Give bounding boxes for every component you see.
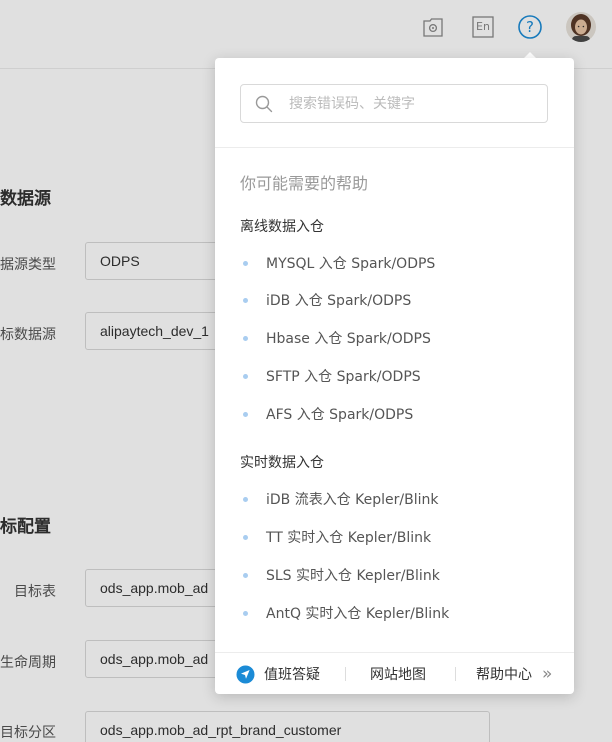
help-item-tt[interactable]: TT 实时入仓 Kepler/Blink <box>240 526 431 548</box>
bullet-dot <box>243 335 248 341</box>
help-group-title-realtime: 实时数据入仓 <box>240 455 324 471</box>
bullet-dot <box>243 496 248 502</box>
help-item-label: TT 实时入仓 Kepler/Blink <box>266 530 432 546</box>
help-item-mysql[interactable]: MYSQL 入仓 Spark/ODPS <box>240 252 435 274</box>
bullet-dot <box>243 260 248 266</box>
bullet-dot <box>243 297 248 303</box>
help-item-hbase[interactable]: Hbase 入仓 Spark/ODPS <box>240 327 431 349</box>
bullet-dot <box>243 411 248 417</box>
footer-separator <box>345 667 346 681</box>
help-item-label: MYSQL 入仓 Spark/ODPS <box>266 256 436 272</box>
bullet-dot <box>243 373 248 379</box>
sitemap-link[interactable]: 网站地图 <box>370 653 426 695</box>
bullet-dot <box>243 534 248 540</box>
duty-qa-link[interactable]: 值班答疑 <box>236 653 320 695</box>
bullet-dot <box>243 610 248 616</box>
help-item-label: Hbase 入仓 Spark/ODPS <box>266 331 431 347</box>
help-item-idb-stream[interactable]: iDB 流表入仓 Kepler/Blink <box>240 488 439 510</box>
help-popover: 你可能需要的帮助 离线数据入仓 MYSQL 入仓 Spark/ODPS iDB … <box>215 58 574 694</box>
help-item-label: AntQ 实时入仓 Kepler/Blink <box>266 606 450 622</box>
help-item-sls[interactable]: SLS 实时入仓 Kepler/Blink <box>240 564 440 586</box>
navigation-arrow-icon <box>236 665 255 683</box>
help-center-link[interactable]: 帮助中心 » <box>476 653 552 695</box>
search-divider <box>215 147 574 148</box>
page: En ? 数据源 据源类型 ODPS 标数据源 alipaytech_dev_1… <box>0 0 612 742</box>
help-item-label: SFTP 入仓 Spark/ODPS <box>266 369 421 385</box>
search-icon <box>255 95 273 113</box>
help-item-afs[interactable]: AFS 入仓 Spark/ODPS <box>240 403 413 425</box>
help-search-box[interactable] <box>240 84 548 123</box>
help-footer: 值班答疑 网站地图 帮助中心 » <box>215 652 574 695</box>
help-section-title: 你可能需要的帮助 <box>240 174 369 193</box>
help-item-idb[interactable]: iDB 入仓 Spark/ODPS <box>240 289 411 311</box>
footer-separator <box>455 667 456 681</box>
help-center-label: 帮助中心 <box>476 667 532 683</box>
sitemap-label: 网站地图 <box>370 667 426 683</box>
help-search-input[interactable] <box>289 85 539 122</box>
help-item-label: SLS 实时入仓 Kepler/Blink <box>266 568 440 584</box>
help-group-title-offline: 离线数据入仓 <box>240 219 324 235</box>
help-item-sftp[interactable]: SFTP 入仓 Spark/ODPS <box>240 365 421 387</box>
help-item-label: iDB 入仓 Spark/ODPS <box>266 293 412 309</box>
help-item-label: iDB 流表入仓 Kepler/Blink <box>266 492 439 508</box>
bullet-dot <box>243 572 248 578</box>
duty-qa-label: 值班答疑 <box>264 667 320 683</box>
help-item-antq[interactable]: AntQ 实时入仓 Kepler/Blink <box>240 602 449 624</box>
help-item-label: AFS 入仓 Spark/ODPS <box>266 407 414 423</box>
double-chevron-right-icon: » <box>542 664 553 684</box>
